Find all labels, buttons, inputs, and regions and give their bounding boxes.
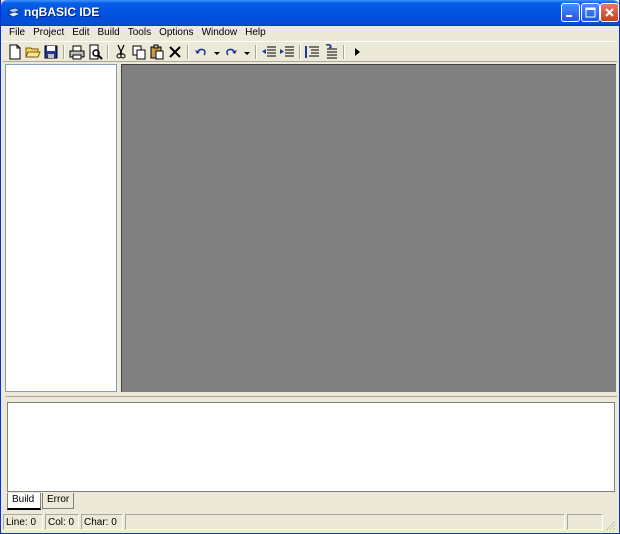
status-extra [567,514,603,530]
uncomment-icon [325,44,337,59]
toolbar-separator [343,45,345,59]
delete-button[interactable] [167,44,183,60]
menu-build[interactable]: Build [93,26,123,40]
project-explorer-pane[interactable] [5,64,117,392]
toolbar-separator [187,45,189,59]
uncomment-button[interactable] [323,44,339,60]
run-button[interactable] [349,44,365,60]
menu-tools[interactable]: Tools [124,26,155,40]
menu-help[interactable]: Help [241,26,270,40]
menu-options[interactable]: Options [155,26,197,40]
redo-icon [226,48,237,56]
status-bar: Line: 0 Col: 0 Char: 0 [3,512,617,532]
cut-button[interactable] [113,44,129,60]
run-icon [355,48,360,56]
status-col: Col: 0 [45,514,79,530]
status-char: Char: 0 [81,514,123,530]
print-icon [69,45,85,60]
toolbar [3,41,617,62]
print-button[interactable] [69,44,85,60]
paste-icon [150,44,164,60]
comment-icon [305,46,319,58]
tab-error[interactable]: Error [42,493,74,509]
close-button[interactable] [600,3,619,22]
menu-project[interactable]: Project [29,26,68,40]
undo-icon [195,48,206,56]
redo-button[interactable] [223,44,239,60]
chevron-down-icon [244,52,250,55]
menu-edit[interactable]: Edit [68,26,93,40]
paste-button[interactable] [149,44,165,60]
open-folder-icon [25,47,41,58]
indent-icon [280,46,294,57]
delete-icon [169,46,181,58]
minimize-button[interactable] [561,3,580,22]
toolbar-separator [299,45,301,59]
cut-icon [116,44,126,59]
undo-button[interactable] [193,44,209,60]
menu-window[interactable]: Window [198,26,242,40]
print-preview-icon [89,44,103,60]
minimize-icon [566,15,572,17]
maximize-icon [585,7,596,18]
copy-button[interactable] [131,44,147,60]
toolbar-separator [63,45,65,59]
undo-dropdown-button[interactable] [209,44,220,60]
status-message [125,514,565,530]
redo-dropdown-button[interactable] [239,44,250,60]
save-button[interactable] [43,44,59,60]
toolbar-separator [107,45,109,59]
output-pane[interactable] [7,402,615,492]
ide-window: nqBASIC IDE File Project Edit Build Tool… [0,0,620,534]
print-preview-button[interactable] [87,44,103,60]
tab-error-label: Error [47,494,70,505]
new-file-button[interactable] [7,44,23,60]
maximize-button[interactable] [581,3,600,22]
tab-build[interactable]: Build [7,493,41,510]
new-file-icon [9,44,21,60]
title-bar[interactable]: nqBASIC IDE [1,0,619,26]
status-line: Line: 0 [3,514,43,530]
window-title: nqBASIC IDE [24,5,100,19]
comment-button[interactable] [305,44,321,60]
copy-icon [132,45,146,60]
toolbar-separator [255,45,257,59]
app-logo-icon [7,7,21,18]
tab-build-label: Build [12,494,35,505]
editor-workspace[interactable] [121,64,616,392]
outdent-button[interactable] [261,44,277,60]
pane-splitter[interactable] [5,396,617,397]
indent-button[interactable] [279,44,295,60]
open-button[interactable] [25,44,41,60]
close-icon [605,8,614,17]
save-icon [44,45,58,59]
resize-grip-icon[interactable] [604,519,616,531]
menu-file[interactable]: File [5,26,29,40]
outdent-icon [262,46,276,57]
menu-bar: File Project Edit Build Tools Options Wi… [1,26,619,40]
